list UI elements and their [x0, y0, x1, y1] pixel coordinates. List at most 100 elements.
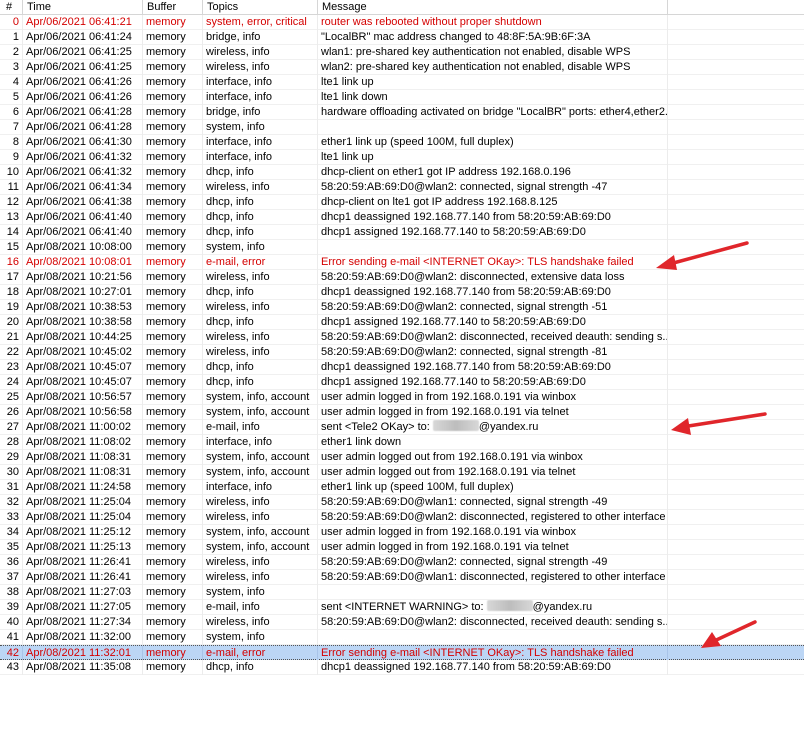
table-row[interactable]: 22 Apr/08/2021 10:45:02 memory wireless, in… [0, 345, 804, 360]
row-number-text: 6 [12, 106, 19, 118]
table-row[interactable]: 31 Apr/08/2021 11:24:58 memory interface, i… [0, 480, 804, 495]
table-row[interactable]: 36 Apr/08/2021 11:26:41 memory wireless, in… [0, 555, 804, 570]
row-number-text: 13 [6, 211, 19, 223]
row-time: Apr/08/2021 11:24:58 [23, 480, 143, 495]
table-row[interactable]: 21 Apr/08/2021 10:44:25 memory wireless, in… [0, 330, 804, 345]
row-time: Apr/08/2021 10:56:58 [23, 405, 143, 420]
row-time: Apr/06/2021 06:41:32 [23, 165, 143, 180]
row-buffer: memory [143, 480, 203, 495]
row-message-text: 58:20:59:AB:69:D0@wlan2: connected, sign… [321, 346, 608, 358]
row-topics-text: dhcp, info [206, 226, 254, 238]
row-buffer-text: memory [146, 106, 186, 118]
table-row[interactable]: 40 Apr/08/2021 11:27:34 memory wireless, in… [0, 615, 804, 630]
table-row[interactable]: 7 Apr/06/2021 06:41:28 memory system, info [0, 120, 804, 135]
table-row[interactable]: 2 Apr/06/2021 06:41:25 memory wireless, inf… [0, 45, 804, 60]
row-message-text: dhcp1 deassigned 192.168.77.140 from 58:… [321, 211, 611, 223]
row-buffer-text: memory [146, 121, 186, 133]
table-row[interactable]: 4 Apr/06/2021 06:41:26 memory interface, in… [0, 75, 804, 90]
row-time-text: Apr/08/2021 10:08:00 [26, 241, 132, 253]
row-message-text: hardware offloading activated on bridge … [321, 106, 668, 118]
table-row[interactable]: 5 Apr/06/2021 06:41:26 memory interface, in… [0, 90, 804, 105]
table-row[interactable]: 43 Apr/08/2021 11:35:08 memory dhcp, info dh… [0, 660, 804, 675]
row-spacer [668, 135, 804, 150]
row-spacer [668, 300, 804, 315]
table-row[interactable]: 37 Apr/08/2021 11:26:41 memory wireless, in… [0, 570, 804, 585]
row-number-text: 23 [6, 361, 19, 373]
table-row[interactable]: 19 Apr/08/2021 10:38:53 memory wireless, in… [0, 300, 804, 315]
row-number-text: 2 [12, 46, 19, 58]
column-header-topics[interactable]: Topics [203, 0, 318, 14]
row-message-text: 58:20:59:AB:69:D0@wlan2: connected, sign… [321, 301, 608, 313]
table-row[interactable]: 32 Apr/08/2021 11:25:04 memory wireless, in… [0, 495, 804, 510]
column-header-time[interactable]: Time [23, 0, 143, 14]
table-row[interactable]: 9 Apr/06/2021 06:41:32 memory interface, in… [0, 150, 804, 165]
column-header-buffer[interactable]: Buffer [143, 0, 203, 14]
row-spacer [668, 195, 804, 210]
table-row[interactable]: 18 Apr/08/2021 10:27:01 memory dhcp, info dh… [0, 285, 804, 300]
row-number-text: 20 [6, 316, 19, 328]
table-row[interactable]: 11 Apr/06/2021 06:41:34 memory wireless, in… [0, 180, 804, 195]
column-header-num[interactable]: # [0, 0, 23, 14]
row-time: Apr/08/2021 11:00:02 [23, 420, 143, 435]
row-number-text: 9 [12, 151, 19, 163]
row-time: Apr/06/2021 06:41:26 [23, 75, 143, 90]
row-time-text: Apr/08/2021 10:38:58 [26, 316, 132, 328]
table-row[interactable]: 12 Apr/06/2021 06:41:38 memory dhcp, info dh… [0, 195, 804, 210]
table-row[interactable]: 3 Apr/06/2021 06:41:25 memory wireless, inf… [0, 60, 804, 75]
table-row[interactable]: 24 Apr/08/2021 10:45:07 memory dhcp, info dh… [0, 375, 804, 390]
table-row[interactable]: 1 Apr/06/2021 06:41:24 memory bridge, info "… [0, 30, 804, 45]
row-topics: wireless, info [203, 615, 318, 630]
table-row[interactable]: 6 Apr/06/2021 06:41:28 memory bridge, info h… [0, 105, 804, 120]
row-topics: bridge, info [203, 30, 318, 45]
row-time-text: Apr/08/2021 11:08:31 [26, 451, 131, 463]
row-buffer-text: memory [146, 391, 186, 403]
row-message: dhcp-client on ether1 got IP address 192… [318, 165, 668, 180]
row-topics: wireless, info [203, 300, 318, 315]
row-message: user admin logged in from 192.168.0.191 … [318, 525, 668, 540]
row-message-text: user admin logged out from 192.168.0.191… [321, 451, 583, 463]
row-topics-text: system, info, account [206, 526, 310, 538]
row-number-text: 3 [12, 61, 19, 73]
table-row[interactable]: 34 Apr/08/2021 11:25:12 memory system, info… [0, 525, 804, 540]
row-buffer: memory [143, 285, 203, 300]
row-buffer: memory [143, 210, 203, 225]
table-row[interactable]: 41 Apr/08/2021 11:32:00 memory system, info [0, 630, 804, 645]
row-message: ether1 link up (speed 100M, full duplex) [318, 135, 668, 150]
table-row[interactable]: 33 Apr/08/2021 11:25:04 memory wireless, in… [0, 510, 804, 525]
row-topics-text: dhcp, info [206, 376, 254, 388]
table-row[interactable]: 23 Apr/08/2021 10:45:07 memory dhcp, info dh… [0, 360, 804, 375]
table-row[interactable]: 10 Apr/06/2021 06:41:32 memory dhcp, info dh… [0, 165, 804, 180]
table-row[interactable]: 0 Apr/06/2021 06:41:21 memory system, error… [0, 15, 804, 30]
row-spacer [668, 285, 804, 300]
row-message: lte1 link up [318, 75, 668, 90]
row-topics-text: dhcp, info [206, 166, 254, 178]
table-row[interactable]: 20 Apr/08/2021 10:38:58 memory dhcp, info dh… [0, 315, 804, 330]
row-buffer: memory [143, 600, 203, 615]
row-topics: e-mail, error [203, 646, 318, 661]
table-row[interactable]: 35 Apr/08/2021 11:25:13 memory system, info… [0, 540, 804, 555]
row-topics: dhcp, info [203, 315, 318, 330]
row-spacer [668, 495, 804, 510]
email-domain: @yandex.ru [532, 601, 593, 613]
table-row[interactable]: 29 Apr/08/2021 11:08:31 memory system, info… [0, 450, 804, 465]
table-row[interactable]: 42 Apr/08/2021 11:32:01 memory e-mail, erro… [0, 645, 804, 661]
row-buffer: memory [143, 525, 203, 540]
row-time-text: Apr/08/2021 10:08:01 [26, 256, 132, 268]
row-buffer-text: memory [146, 241, 186, 253]
table-row[interactable]: 8 Apr/06/2021 06:41:30 memory interface, in… [0, 135, 804, 150]
row-message-text: 58:20:59:AB:69:D0@wlan2: disconnected, r… [321, 331, 668, 343]
table-row[interactable]: 38 Apr/08/2021 11:27:03 memory system, info [0, 585, 804, 600]
table-row[interactable]: 39 Apr/08/2021 11:27:05 memory e-mail, info… [0, 600, 804, 615]
table-row[interactable]: 30 Apr/08/2021 11:08:31 memory system, info… [0, 465, 804, 480]
row-time-text: Apr/08/2021 11:32:00 [26, 631, 131, 643]
column-header-message[interactable]: Message [318, 0, 668, 14]
row-time-text: Apr/06/2021 06:41:28 [26, 121, 132, 133]
row-message: Error sending e-mail <INTERNET OKay>: TL… [318, 255, 668, 270]
table-row[interactable]: 25 Apr/08/2021 10:56:57 memory system, info… [0, 390, 804, 405]
row-number: 22 [0, 345, 23, 360]
row-time-text: Apr/08/2021 11:25:04 [26, 511, 131, 523]
table-row[interactable]: 13 Apr/06/2021 06:41:40 memory dhcp, info dh… [0, 210, 804, 225]
row-topics: system, info, account [203, 450, 318, 465]
row-time-text: Apr/06/2021 06:41:21 [26, 16, 132, 28]
row-message: user admin logged in from 192.168.0.191 … [318, 405, 668, 420]
